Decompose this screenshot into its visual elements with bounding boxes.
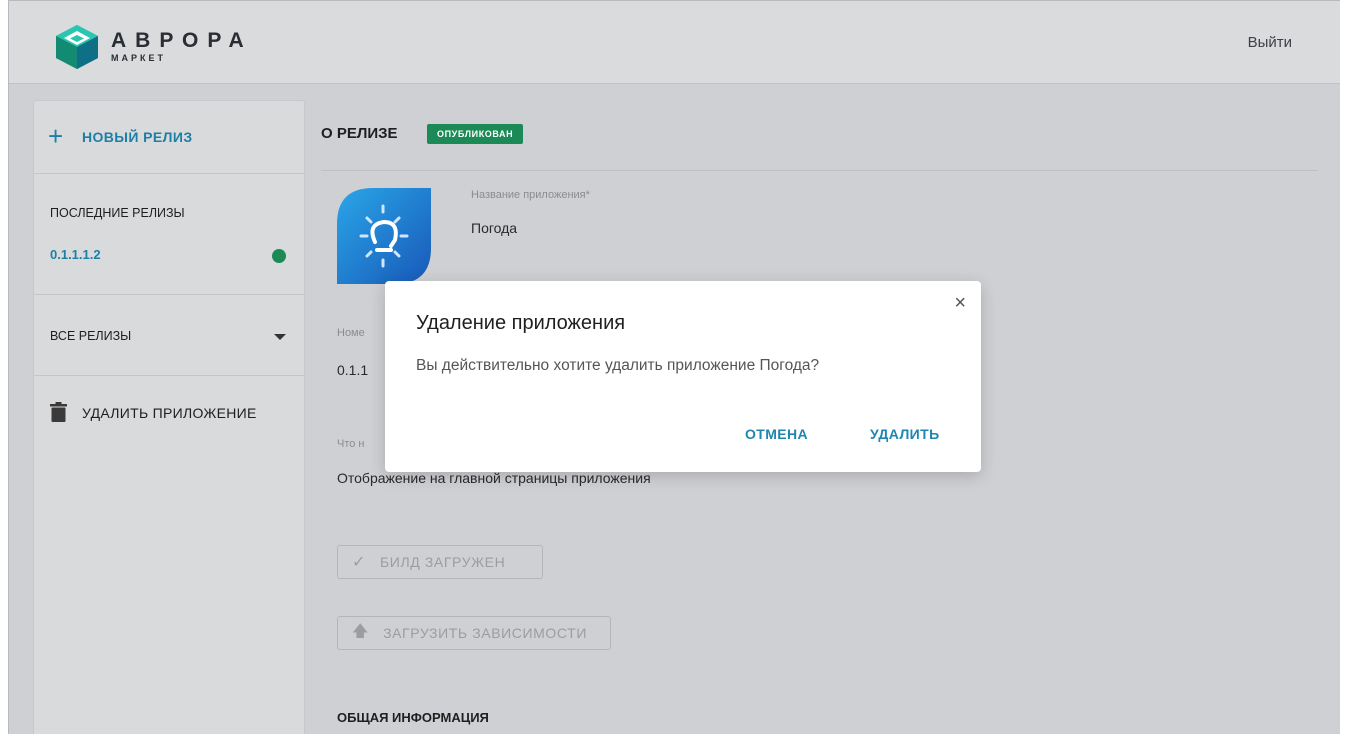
checkmark-icon: ✓	[352, 554, 367, 571]
brand-subtitle: МАРКЕТ	[111, 53, 166, 63]
whats-new-label: Что н	[337, 438, 365, 450]
weather-app-icon[interactable]	[337, 188, 431, 284]
dialog-message: Вы действительно хотите удалить приложен…	[416, 357, 820, 374]
arrow-up-icon: 🡅	[352, 622, 370, 640]
all-releases-label: ВСЕ РЕЛИЗЫ	[50, 329, 132, 343]
dialog-title: Удаление приложения	[416, 312, 626, 334]
build-uploaded-label: БИЛД ЗАГРУЖЕН	[380, 554, 506, 570]
logout-link[interactable]: Выйти	[1248, 34, 1292, 51]
upload-dependencies-button: 🡅 ЗАГРУЗИТЬ ЗАВИСИМОСТИ	[337, 616, 611, 650]
brand: АВРОРА МАРКЕТ	[111, 29, 253, 64]
new-release-label: НОВЫЙ РЕЛИЗ	[82, 129, 193, 145]
delete-app-dialog: × Удаление приложения Вы действительно х…	[385, 281, 981, 472]
release-number-field[interactable]: 0.1.1	[337, 362, 368, 378]
brand-name: АВРОРА	[111, 29, 253, 52]
app-name-field[interactable]: Погода	[471, 220, 517, 236]
page-title: О РЕЛИЗЕ	[321, 125, 398, 142]
published-status-dot	[272, 249, 286, 263]
build-uploaded-button: ✓ БИЛД ЗАГРУЖЕН	[337, 545, 543, 579]
new-release-button[interactable]: + НОВЫЙ РЕЛИЗ	[34, 101, 304, 174]
cancel-button[interactable]: ОТМЕНА	[745, 426, 808, 442]
plus-icon: +	[48, 121, 64, 151]
status-badge: ОПУБЛИКОВАН	[427, 124, 524, 144]
divider	[321, 170, 1318, 171]
trash-icon	[50, 402, 67, 422]
release-number-label: Номе	[337, 327, 365, 339]
recent-release-version-link[interactable]: 0.1.1.1.2	[50, 247, 101, 262]
delete-app-label: УДАЛИТЬ ПРИЛОЖЕНИЕ	[82, 405, 257, 421]
recent-releases-section: ПОСЛЕДНИЕ РЕЛИЗЫ 0.1.1.1.2	[34, 173, 304, 295]
upload-dependencies-label: ЗАГРУЗИТЬ ЗАВИСИМОСТИ	[383, 625, 587, 641]
delete-app-button[interactable]: УДАЛИТЬ ПРИЛОЖЕНИЕ	[34, 376, 304, 436]
app-name-label: Название приложения*	[471, 189, 590, 201]
delete-button[interactable]: УДАЛИТЬ	[870, 426, 940, 442]
aurora-logo-icon	[56, 25, 98, 69]
all-releases-dropdown[interactable]: ВСЕ РЕЛИЗЫ	[34, 294, 304, 376]
whats-new-field[interactable]: Отображение на главной страницы приложен…	[337, 470, 651, 486]
caret-down-icon	[274, 334, 286, 340]
close-icon[interactable]: ×	[954, 293, 966, 313]
app-window: АВРОРА МАРКЕТ Выйти + НОВЫЙ РЕЛИЗ ПОСЛЕД…	[8, 0, 1340, 734]
top-bar: АВРОРА МАРКЕТ Выйти	[9, 1, 1340, 84]
recent-releases-title: ПОСЛЕДНИЕ РЕЛИЗЫ	[50, 206, 185, 220]
sidebar: + НОВЫЙ РЕЛИЗ ПОСЛЕДНИЕ РЕЛИЗЫ 0.1.1.1.2…	[33, 100, 305, 734]
general-info-title: ОБЩАЯ ИНФОРМАЦИЯ	[337, 710, 489, 725]
